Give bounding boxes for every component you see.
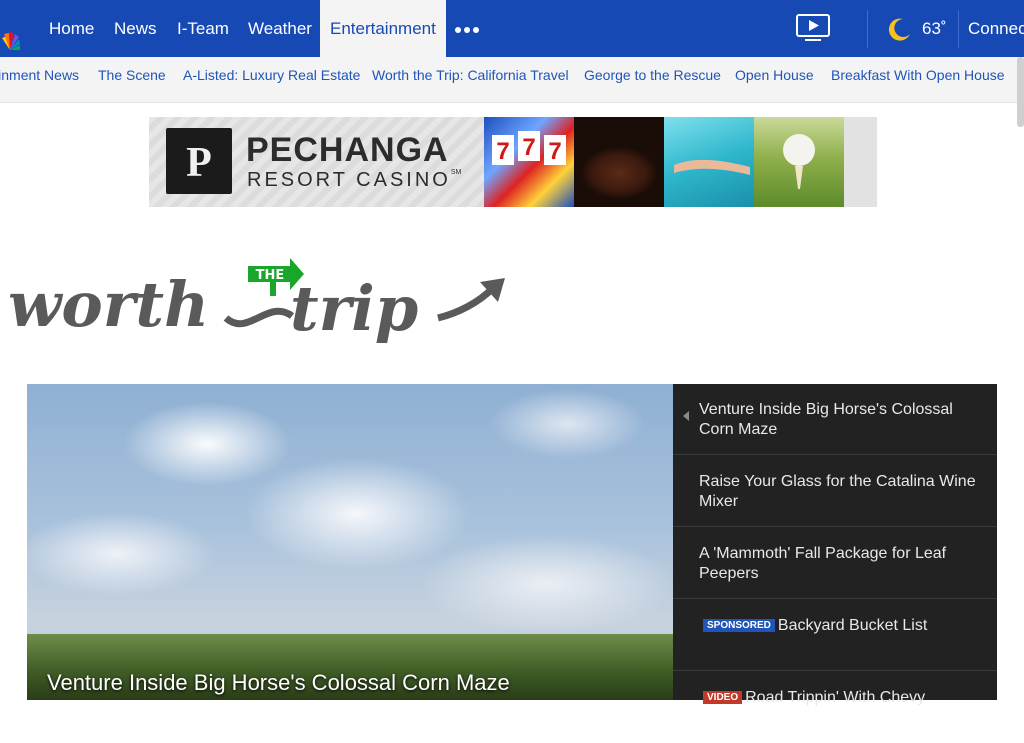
nav-divider (867, 10, 868, 48)
story-list-item[interactable]: SPONSORED Backyard Bucket List (673, 600, 997, 671)
story-title: Venture Inside Big Horse's Colossal Corn… (699, 401, 953, 438)
ad-steak-image (574, 117, 664, 207)
peacock-logo-icon[interactable] (0, 30, 20, 52)
ad-slot-machine-image: 7 7 7 (484, 117, 574, 207)
ad-brand-panel: P PECHANGA RESORT CASINOSM (149, 117, 484, 207)
subnav-the-scene[interactable]: The Scene (98, 57, 166, 102)
moon-icon (886, 16, 912, 42)
nav-entertainment[interactable]: Entertainment (320, 0, 446, 57)
connect-link[interactable]: Connect (968, 0, 1024, 57)
nav-news[interactable]: News (114, 0, 157, 57)
featured-story-image[interactable]: Venture Inside Big Horse's Colossal Corn… (27, 384, 673, 700)
story-title: Road Trippin' With Chevy (745, 689, 926, 706)
svg-text:THE: THE (256, 268, 285, 283)
pechanga-logo-mark: P (166, 128, 232, 194)
worth-the-trip-logo: worth trip THE (8, 258, 508, 353)
subnav-george-to-the-rescue[interactable]: George to the Rescue (584, 57, 721, 102)
nav-home[interactable]: Home (49, 0, 94, 57)
story-title: Backyard Bucket List (777, 617, 928, 634)
nav-i-team[interactable]: I-Team (177, 0, 229, 57)
svg-text:trip: trip (290, 272, 418, 345)
subnav-worth-the-trip[interactable]: Worth the Trip: California Travel (372, 57, 569, 102)
advertisement-banner[interactable]: P PECHANGA RESORT CASINOSM 7 7 7 (149, 117, 877, 207)
nav-weather[interactable]: Weather (248, 0, 312, 57)
ad-brand-name: PECHANGA (246, 131, 449, 169)
svg-text:7: 7 (522, 134, 535, 161)
story-list-item[interactable]: Venture Inside Big Horse's Colossal Corn… (673, 384, 997, 455)
svg-text:7: 7 (496, 138, 509, 165)
story-list: Venture Inside Big Horse's Colossal Corn… (673, 384, 997, 706)
svg-text:P: P (186, 140, 212, 186)
story-list-item[interactable]: VIDEO Road Trippin' With Chevy (673, 672, 997, 743)
svg-text:7: 7 (548, 138, 561, 165)
svg-text:worth: worth (8, 268, 209, 341)
subnav-breakfast-with-open-house[interactable]: Breakfast With Open House (831, 57, 1005, 102)
active-indicator-arrow-icon (683, 411, 689, 421)
nav-divider (958, 10, 959, 48)
temperature-value[interactable]: 63˚ (922, 0, 947, 57)
sponsored-badge: SPONSORED (703, 619, 775, 632)
top-navigation-bar: Home News I-Team Weather Entertainment 6… (0, 0, 1024, 57)
subnav-entertainment-news[interactable]: Entertainment News (0, 57, 79, 102)
story-title: A 'Mammoth' Fall Package for Leaf Peeper… (699, 545, 947, 582)
story-list-item[interactable]: Raise Your Glass for the Catalina Wine M… (673, 456, 997, 527)
ad-pool-image (664, 117, 754, 207)
ad-service-mark: SM (450, 169, 462, 176)
page-scrollbar[interactable] (1017, 57, 1024, 127)
ad-brand-subtitle: RESORT CASINOSM (247, 169, 461, 192)
story-title: Raise Your Glass for the Catalina Wine M… (699, 473, 976, 510)
subnav-open-house[interactable]: Open House (735, 57, 814, 102)
video-badge: VIDEO (703, 691, 743, 704)
more-dots-icon[interactable] (455, 24, 481, 34)
subnav-a-listed[interactable]: A-Listed: Luxury Real Estate (183, 57, 360, 102)
sub-navigation-bar: Entertainment News The Scene A-Listed: L… (0, 57, 1024, 103)
ad-golf-image (754, 117, 844, 207)
story-list-item[interactable]: A 'Mammoth' Fall Package for Leaf Peeper… (673, 528, 997, 599)
featured-story-caption[interactable]: Venture Inside Big Horse's Colossal Corn… (47, 670, 510, 696)
ad-sub-text: RESORT CASINO (247, 169, 451, 191)
video-play-icon[interactable] (795, 13, 833, 43)
